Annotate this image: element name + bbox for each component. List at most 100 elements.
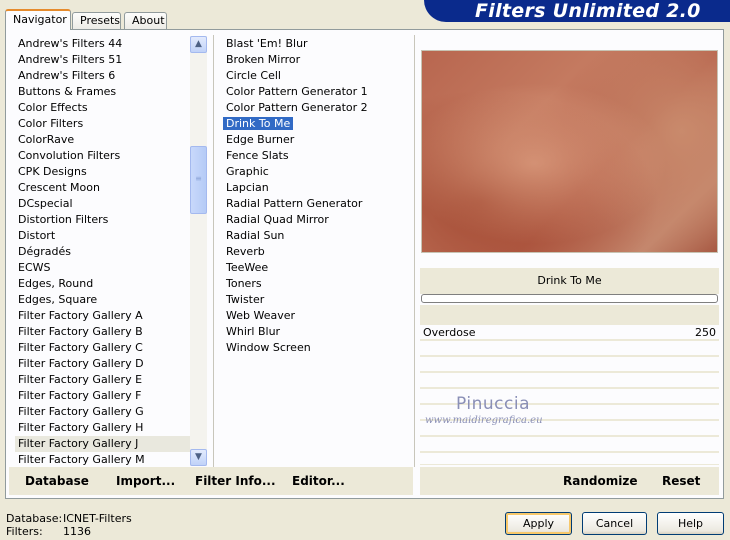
category-item-label: Andrew's Filters 51 [18,53,123,66]
tab-about[interactable]: About [124,12,167,29]
parameter-slot [420,453,719,465]
filter-item[interactable]: Fence Slats [223,148,413,164]
filter-item[interactable]: Edge Burner [223,132,413,148]
filter-item-label: Lapcian [226,181,269,194]
category-list[interactable]: Andrew's Filters 44 Andrew's Filters 51 An… [15,36,190,468]
filter-item-label: Window Screen [226,341,311,354]
apply-button[interactable]: Apply [505,512,572,535]
category-item[interactable]: CPK Designs [15,164,190,180]
filter-item-label: Radial Quad Mirror [226,213,329,226]
filter-item[interactable]: Radial Pattern Generator [223,196,413,212]
filter-item[interactable]: Color Pattern Generator 1 [223,84,413,100]
filter-item[interactable]: TeeWee [223,260,413,276]
category-item[interactable]: Filter Factory Gallery C [15,340,190,356]
category-item-label: DCspecial [18,197,73,210]
parameter-overdose[interactable]: Overdose 250 [420,325,719,340]
category-item[interactable]: Distort [15,228,190,244]
filter-item[interactable]: Reverb [223,244,413,260]
category-item[interactable]: Filter Factory Gallery G [15,404,190,420]
filter-item-label: Radial Pattern Generator [226,197,363,210]
category-item[interactable]: Andrew's Filters 6 [15,68,190,84]
filter-item-label: TeeWee [226,261,269,274]
chevron-down-icon[interactable]: ▼ [190,449,207,466]
filter-item[interactable]: Broken Mirror [223,52,413,68]
filter-item[interactable]: Window Screen [223,340,413,356]
filter-list[interactable]: Blast 'Em! Blur Broken Mirror Circle Cell C… [223,36,413,356]
parameter-value: 250 [695,326,716,339]
category-item[interactable]: Buttons & Frames [15,84,190,100]
category-item[interactable]: Convolution Filters [15,148,190,164]
filter-item-label: Color Pattern Generator 1 [226,85,368,98]
category-item-label: Filter Factory Gallery G [18,405,144,418]
editor-button[interactable]: Editor... [292,474,345,488]
scroll-grip-icon: ≡ [195,174,202,183]
filter-item[interactable]: Color Pattern Generator 2 [223,100,413,116]
category-item-label: Filter Factory Gallery A [18,309,143,322]
preview-filter-name: Drink To Me [420,268,719,294]
category-item[interactable]: Dégradés [15,244,190,260]
category-item[interactable]: Edges, Square [15,292,190,308]
category-item[interactable]: ECWS [15,260,190,276]
preview-image [421,50,718,253]
category-item[interactable]: ColorRave [15,132,190,148]
category-item-label: Dégradés [18,245,71,258]
filter-item[interactable]: Twister [223,292,413,308]
category-item-label: Filter Factory Gallery H [18,421,144,434]
category-item[interactable]: Filter Factory Gallery H [15,420,190,436]
filter-item-label: Toners [226,277,262,290]
category-item[interactable]: DCspecial [15,196,190,212]
category-item[interactable]: Filter Factory Gallery F [15,388,190,404]
filter-item[interactable]: Whirl Blur [223,324,413,340]
filter-item[interactable]: Blast 'Em! Blur [223,36,413,52]
category-item[interactable]: Filter Factory Gallery J [15,436,190,452]
parameter-slot [420,373,719,388]
category-item[interactable]: Andrew's Filters 44 [15,36,190,52]
filter-item[interactable]: Circle Cell [223,68,413,84]
category-item-label: Buttons & Frames [18,85,117,98]
filter-item-label: Circle Cell [226,69,281,82]
category-scrollbar[interactable]: ▲ ≡ ▼ [190,36,207,466]
filter-item[interactable]: Web Weaver [223,308,413,324]
filter-item-label: Fence Slats [226,149,289,162]
cancel-button[interactable]: Cancel [582,512,647,535]
category-item[interactable]: Filter Factory Gallery A [15,308,190,324]
category-item[interactable]: Filter Factory Gallery M [15,452,190,468]
category-item[interactable]: Distortion Filters [15,212,190,228]
category-item[interactable]: Color Effects [15,100,190,116]
tab-navigator[interactable]: Navigator [5,9,71,30]
category-item-label: Andrew's Filters 44 [18,37,123,50]
filter-item-label: Web Weaver [226,309,296,322]
category-item[interactable]: Filter Factory Gallery D [15,356,190,372]
filter-item-label: Drink To Me [223,117,294,130]
parameter-slot [420,437,719,452]
category-item[interactable]: Filter Factory Gallery B [15,324,190,340]
filter-item[interactable]: Lapcian [223,180,413,196]
filter-info-button[interactable]: Filter Info... [195,474,276,488]
help-button[interactable]: Help [657,512,724,535]
filter-item[interactable]: Graphic [223,164,413,180]
reset-button[interactable]: Reset [662,474,700,488]
category-item[interactable]: Andrew's Filters 51 [15,52,190,68]
category-item[interactable]: Crescent Moon [15,180,190,196]
database-button[interactable]: Database [25,474,89,488]
category-item-label: Filter Factory Gallery F [18,389,142,402]
category-item[interactable]: Filter Factory Gallery E [15,372,190,388]
filter-item-label: Whirl Blur [226,325,281,338]
chevron-up-icon[interactable]: ▲ [190,36,207,53]
randomize-button[interactable]: Randomize [563,474,637,488]
tab-presets[interactable]: Presets [72,12,121,29]
database-label: Database: [6,512,63,525]
import-button[interactable]: Import... [116,474,175,488]
filter-item[interactable]: Drink To Me [223,116,413,132]
category-item-label: Crescent Moon [18,181,100,194]
filter-item[interactable]: Radial Quad Mirror [223,212,413,228]
filter-item-label: Blast 'Em! Blur [226,37,308,50]
category-item[interactable]: Color Filters [15,116,190,132]
scroll-thumb[interactable]: ≡ [190,146,207,214]
category-item-label: Filter Factory Gallery J [18,437,139,450]
category-item[interactable]: Edges, Round [15,276,190,292]
filter-item[interactable]: Radial Sun [223,228,413,244]
category-item-label: Edges, Square [18,293,98,306]
filter-item-label: Graphic [226,165,269,178]
filter-item[interactable]: Toners [223,276,413,292]
